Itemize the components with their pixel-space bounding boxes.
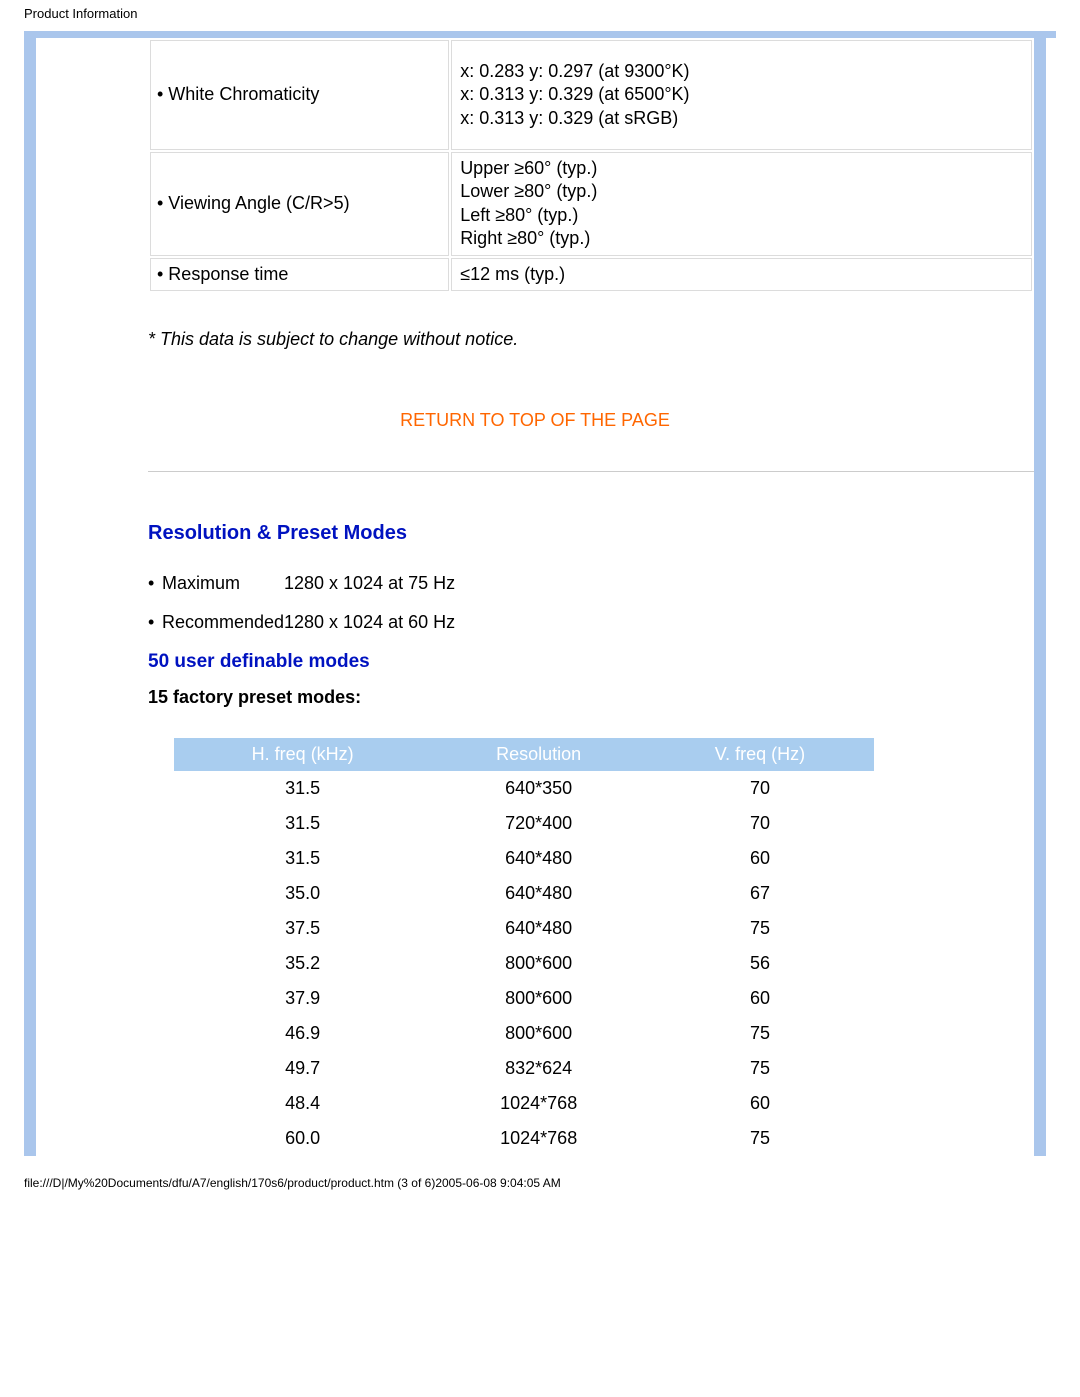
right-border <box>1034 38 1046 1156</box>
modes-cell: 640*480 <box>431 876 646 911</box>
modes-header: H. freq (kHz) <box>174 738 431 771</box>
footer-path: file:///D|/My%20Documents/dfu/A7/english… <box>0 1156 1080 1198</box>
page-header: Product Information <box>0 0 1080 31</box>
modes-cell: 640*350 <box>431 771 646 806</box>
modes-cell: 60 <box>646 981 874 1016</box>
modes-cell: 37.5 <box>174 911 431 946</box>
modes-cell: 800*600 <box>431 1016 646 1051</box>
table-row: 46.9800*60075 <box>174 1016 874 1051</box>
modes-cell: 31.5 <box>174 841 431 876</box>
modes-cell: 60.0 <box>174 1121 431 1156</box>
spec-value: Upper ≥60° (typ.) Lower ≥80° (typ.) Left… <box>451 152 1032 256</box>
table-row: 37.5640*48075 <box>174 911 874 946</box>
modes-cell: 49.7 <box>174 1051 431 1086</box>
modes-cell: 75 <box>646 1121 874 1156</box>
right-filler <box>1046 38 1056 1156</box>
table-row: 31.5640*48060 <box>174 841 874 876</box>
modes-cell: 800*600 <box>431 946 646 981</box>
divider <box>148 471 1034 472</box>
modes-cell: 35.2 <box>174 946 431 981</box>
table-row: 48.41024*76860 <box>174 1086 874 1121</box>
spec-label: • Response time <box>150 258 449 291</box>
change-notice: * This data is subject to change without… <box>148 329 1034 350</box>
modes-header: V. freq (Hz) <box>646 738 874 771</box>
table-row: 49.7832*62475 <box>174 1051 874 1086</box>
modes-cell: 832*624 <box>431 1051 646 1086</box>
modes-cell: 640*480 <box>431 841 646 876</box>
table-row: 60.01024*76875 <box>174 1121 874 1156</box>
modes-cell: 70 <box>646 771 874 806</box>
resolution-value: 1280 x 1024 at 60 Hz <box>284 612 455 633</box>
content-frame: • White Chromaticityx: 0.283 y: 0.297 (a… <box>24 31 1056 1156</box>
modes-cell: 70 <box>646 806 874 841</box>
resolution-value: 1280 x 1024 at 75 Hz <box>284 573 455 594</box>
resolution-key: Recommended <box>162 612 284 633</box>
table-row: 31.5640*35070 <box>174 771 874 806</box>
bullet: • <box>148 612 162 633</box>
modes-cell: 56 <box>646 946 874 981</box>
modes-cell: 75 <box>646 1016 874 1051</box>
spec-table: • White Chromaticityx: 0.283 y: 0.297 (a… <box>148 38 1034 293</box>
resolution-heading: Resolution & Preset Modes <box>148 522 1034 545</box>
modes-cell: 67 <box>646 876 874 911</box>
spec-value: ≤12 ms (typ.) <box>451 258 1032 291</box>
modes-cell: 1024*768 <box>431 1121 646 1156</box>
modes-cell: 75 <box>646 911 874 946</box>
factory-modes-heading: 15 factory preset modes: <box>148 687 1034 708</box>
table-row: 31.5720*40070 <box>174 806 874 841</box>
spec-label: • White Chromaticity <box>150 40 449 150</box>
spec-value: x: 0.283 y: 0.297 (at 9300°K) x: 0.313 y… <box>451 40 1032 150</box>
modes-cell: 75 <box>646 1051 874 1086</box>
modes-cell: 800*600 <box>431 981 646 1016</box>
resolution-key: Maximum <box>162 573 284 594</box>
table-row: 35.2800*60056 <box>174 946 874 981</box>
table-row: 35.0640*48067 <box>174 876 874 911</box>
modes-cell: 60 <box>646 841 874 876</box>
modes-table: H. freq (kHz)ResolutionV. freq (Hz) 31.5… <box>174 738 874 1156</box>
table-row: 37.9800*60060 <box>174 981 874 1016</box>
modes-cell: 1024*768 <box>431 1086 646 1121</box>
modes-cell: 35.0 <box>174 876 431 911</box>
resolution-item: •Recommended1280 x 1024 at 60 Hz <box>148 612 1034 633</box>
modes-cell: 48.4 <box>174 1086 431 1121</box>
modes-header: Resolution <box>431 738 646 771</box>
modes-cell: 46.9 <box>174 1016 431 1051</box>
return-to-top-link[interactable]: RETURN TO TOP OF THE PAGE <box>36 410 1034 431</box>
modes-cell: 31.5 <box>174 806 431 841</box>
modes-cell: 640*480 <box>431 911 646 946</box>
bullet: • <box>148 573 162 594</box>
resolution-list: •Maximum1280 x 1024 at 75 Hz•Recommended… <box>148 573 1034 633</box>
modes-cell: 31.5 <box>174 771 431 806</box>
modes-cell: 720*400 <box>431 806 646 841</box>
modes-cell: 37.9 <box>174 981 431 1016</box>
modes-cell: 60 <box>646 1086 874 1121</box>
resolution-item: •Maximum1280 x 1024 at 75 Hz <box>148 573 1034 594</box>
user-modes-heading: 50 user definable modes <box>148 651 1034 673</box>
left-border <box>24 38 36 1156</box>
spec-label: • Viewing Angle (C/R>5) <box>150 152 449 256</box>
